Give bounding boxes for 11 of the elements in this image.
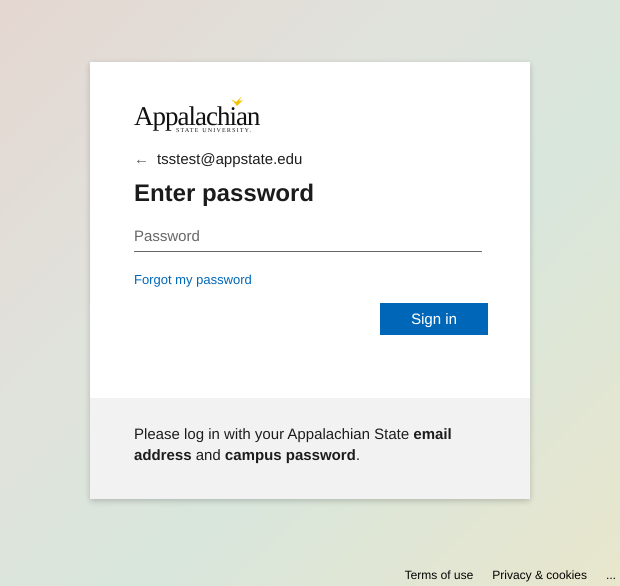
forgot-password-link[interactable]: Forgot my password	[134, 272, 252, 287]
info-text: Please log in with your Appalachian State email address and campus password.	[134, 425, 453, 466]
footer-link[interactable]: ...	[606, 568, 616, 582]
footer-link[interactable]: Terms of use	[404, 568, 474, 582]
password-field[interactable]: Password	[134, 222, 482, 252]
sign-in-button[interactable]: Sign in	[380, 303, 488, 335]
account-email: tsstest@appstate.edu	[157, 151, 302, 168]
page-title: Enter password	[134, 180, 316, 208]
bird-icon	[230, 95, 244, 107]
footer-link[interactable]: Privacy & cookies	[492, 568, 587, 582]
back-arrow[interactable]: ←	[134, 151, 149, 168]
